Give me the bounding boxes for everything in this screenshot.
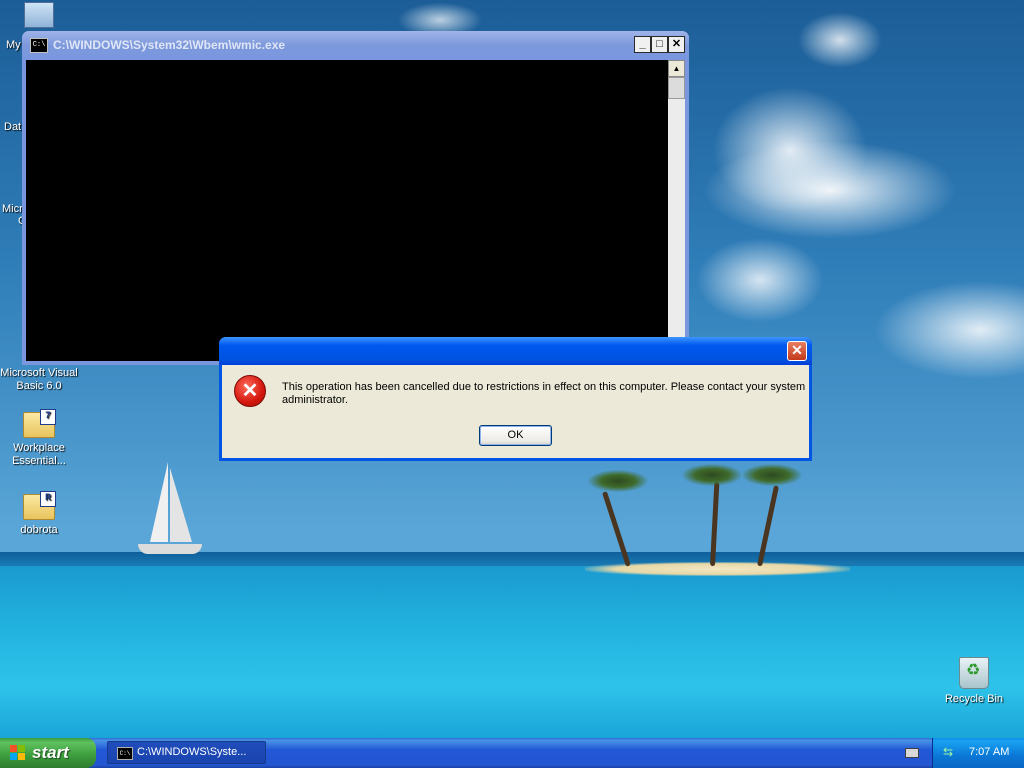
taskbar: start C:\ C:\WINDOWS\Syste... ⇆ 7:07 AM — [0, 738, 1024, 768]
desktop-icon-recycle-bin[interactable]: ♻ Recycle Bin — [935, 657, 1013, 706]
vertical-scrollbar[interactable]: ▲ ▼ — [668, 60, 685, 361]
taskbar-clock[interactable]: 7:07 AM — [969, 746, 1009, 758]
dialog-title-bar[interactable]: ✕ — [219, 337, 812, 365]
folder-shortcut-icon: R — [23, 491, 56, 520]
desktop-icon-label: dobrota — [20, 524, 58, 536]
sailboat-sail — [170, 468, 192, 542]
shortcut-badge: R — [40, 491, 56, 507]
desktop-icon-label[interactable]: Dat — [4, 121, 21, 133]
console-app-icon[interactable]: C:\ — [30, 38, 48, 53]
close-button[interactable]: ✕ — [668, 36, 685, 53]
console-window[interactable]: C:\ C:\WINDOWS\System32\Wbem\wmic.exe _ … — [22, 31, 689, 365]
palm-tree-top — [742, 464, 802, 486]
windows-logo-icon — [10, 745, 26, 761]
minimize-button[interactable]: _ — [634, 36, 651, 53]
desktop-icon-dobrota[interactable]: R dobrota — [0, 491, 78, 537]
dialog-close-button[interactable]: ✕ — [787, 341, 807, 361]
console-app-icon: C:\ — [117, 747, 133, 760]
desktop-icon-vb6[interactable]: Microsoft Visual Basic 6.0 — [0, 367, 78, 393]
network-icon[interactable]: ⇆ — [943, 745, 957, 759]
my-computer-icon[interactable] — [24, 2, 54, 28]
scroll-up-arrow-icon[interactable]: ▲ — [668, 60, 685, 77]
scrollbar-thumb[interactable] — [668, 77, 685, 99]
palm-tree-top — [682, 464, 742, 486]
maximize-button[interactable]: □ — [651, 36, 668, 53]
dialog-message: This operation has been cancelled due to… — [282, 381, 806, 406]
console-title-bar[interactable]: C:\ C:\WINDOWS\System32\Wbem\wmic.exe _ … — [22, 31, 689, 59]
error-icon: ✕ — [234, 375, 266, 407]
taskbar-task-wmic[interactable]: C:\ C:\WINDOWS\Syste... — [107, 741, 266, 764]
shortcut-badge: 7 — [40, 409, 56, 425]
taskbar-task-label: C:\WINDOWS\Syste... — [137, 746, 247, 758]
console-output-area[interactable] — [26, 60, 668, 361]
console-window-title: C:\WINDOWS\System32\Wbem\wmic.exe — [53, 38, 286, 52]
folder-shortcut-icon: 7 — [23, 409, 56, 438]
dialog-body: ✕ This operation has been cancelled due … — [222, 365, 809, 458]
system-tray: ⇆ 7:07 AM — [932, 738, 1024, 768]
wallpaper-sea — [0, 566, 1024, 738]
desktop-icon-label: Microsoft Visual Basic 6.0 — [0, 367, 78, 392]
ok-button[interactable]: OK — [479, 425, 552, 446]
palm-tree-top — [588, 470, 648, 492]
desktop-icon-label: Workplace Essential... — [12, 442, 66, 467]
desktop-icon-workplace-essentials[interactable]: 7 Workplace Essential... — [0, 409, 78, 468]
error-dialog[interactable]: ✕ ✕ This operation has been cancelled du… — [219, 337, 812, 461]
recycle-bin-icon: ♻ — [959, 657, 989, 689]
keyboard-icon[interactable] — [905, 748, 919, 758]
sailboat-hull — [138, 544, 202, 554]
desktop-icon-label[interactable]: My — [6, 39, 21, 51]
sailboat-sail — [150, 462, 168, 542]
start-label: start — [32, 743, 69, 762]
start-button[interactable]: start — [0, 738, 96, 768]
desktop-icon-label: Recycle Bin — [944, 693, 1004, 705]
